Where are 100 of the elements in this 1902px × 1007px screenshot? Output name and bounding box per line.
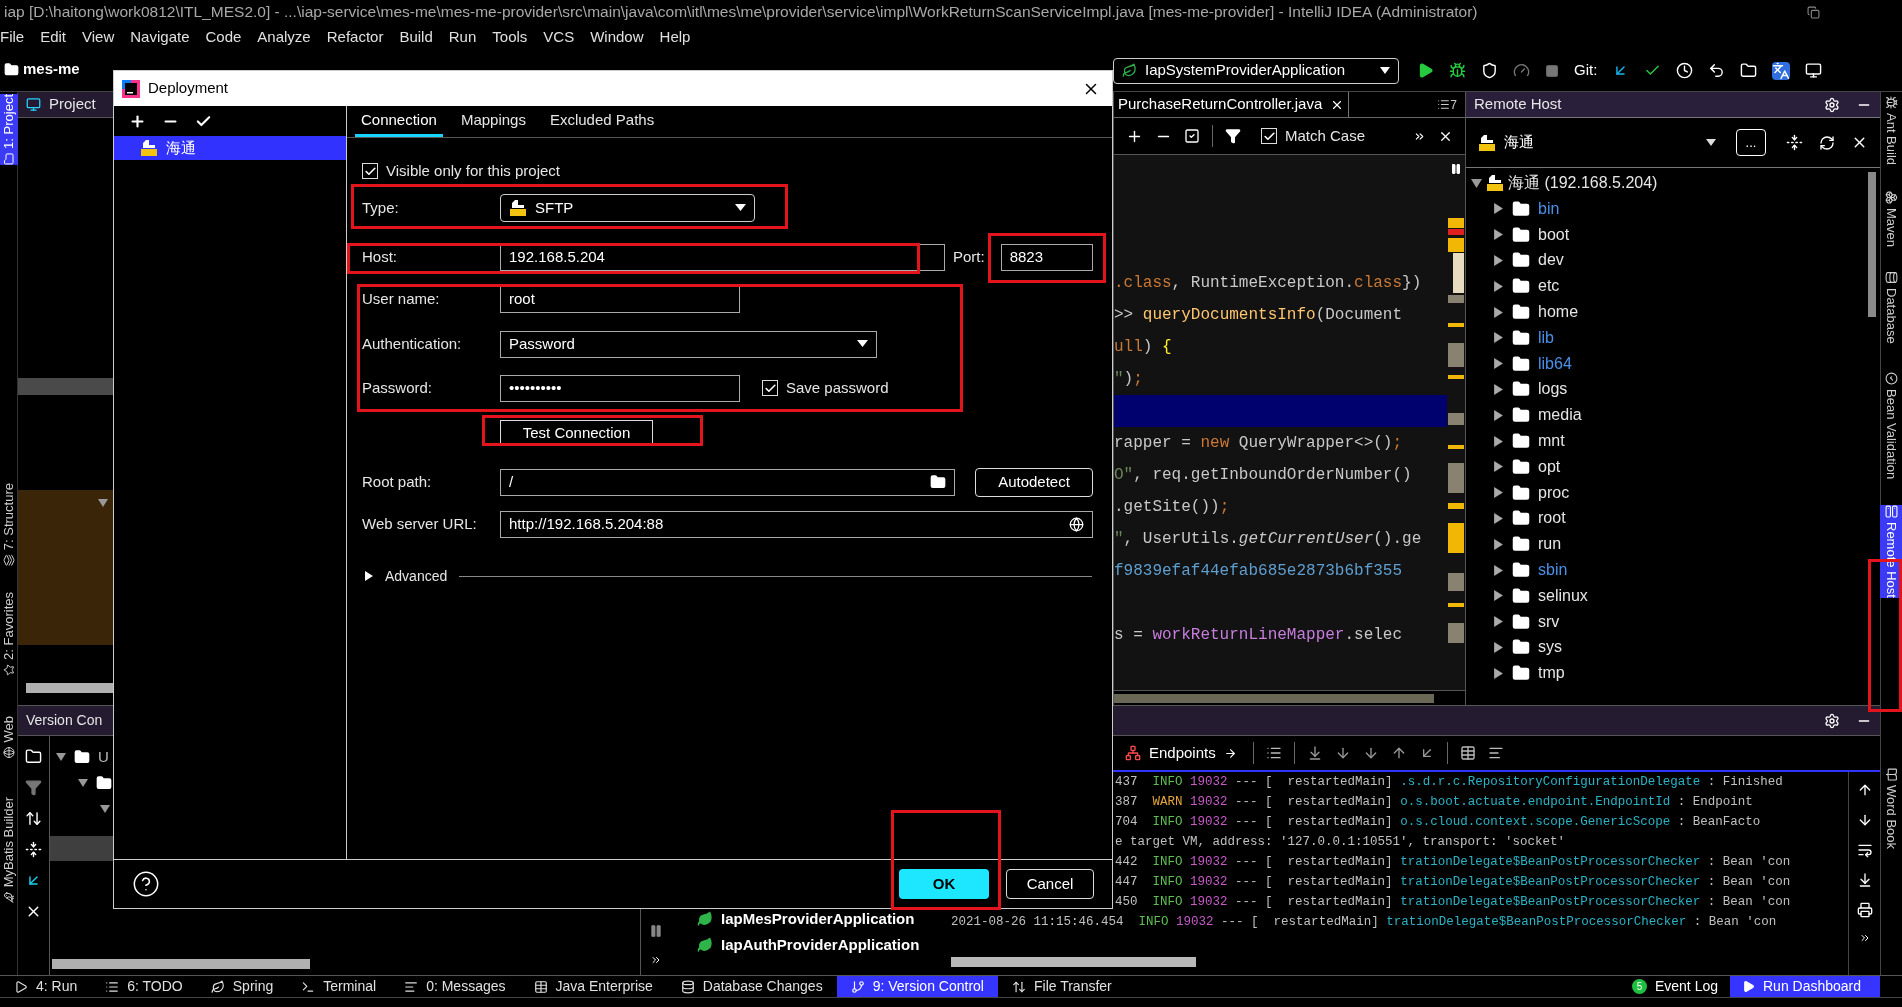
folder-icon[interactable] <box>930 474 946 490</box>
menu-item[interactable]: Tools <box>492 25 528 49</box>
tool-window-tab[interactable]: 1: Project <box>0 94 18 165</box>
password-field[interactable]: •••••••••• <box>500 374 740 402</box>
server-item[interactable]: 海通 <box>114 136 346 160</box>
settings-icon[interactable] <box>1824 96 1840 113</box>
checkbox[interactable]: Visible only for this project <box>362 159 560 183</box>
tool-window-tab[interactable]: 7: Structure <box>0 482 18 567</box>
caret-icon[interactable] <box>1493 383 1504 395</box>
pause-icon[interactable] <box>1450 163 1462 175</box>
history-icon[interactable] <box>1676 62 1694 79</box>
tree-row[interactable]: lib64 <box>1466 350 1868 377</box>
tree-row[interactable]: home <box>1466 299 1868 325</box>
tree-row[interactable]: selinux <box>1466 582 1868 609</box>
undo-icon[interactable] <box>1708 62 1726 79</box>
caret-icon[interactable] <box>1471 177 1482 189</box>
caret-icon[interactable] <box>1493 358 1504 370</box>
caret-icon[interactable] <box>1493 435 1504 447</box>
tree-row[interactable]: 海通 (192.168.5.204) <box>1466 170 1868 196</box>
menu-item[interactable]: Code <box>205 25 242 49</box>
tool-window-tab[interactable]: Terminal <box>287 976 391 997</box>
service-row[interactable]: IapAuthProviderApplication <box>697 932 945 958</box>
tree-row[interactable]: dev <box>1466 247 1868 274</box>
run-dashboard-button[interactable]: Run Dashboard <box>1730 976 1880 997</box>
caret-icon[interactable] <box>100 804 110 814</box>
caret-icon[interactable] <box>56 752 66 762</box>
tool-window-tab[interactable]: Bean Validation <box>1880 371 1902 479</box>
autodetect-button[interactable]: Autodetect <box>975 467 1093 497</box>
settings-icon[interactable] <box>1824 712 1840 729</box>
web-url-field[interactable]: http://192.168.5.204:88 <box>500 510 1093 538</box>
pause-icon[interactable] <box>649 924 663 938</box>
tool-window-tab[interactable]: 2: Favorites <box>0 592 18 677</box>
tool-window-tab[interactable]: Word Book <box>1880 767 1902 849</box>
translate-icon[interactable] <box>1772 61 1791 80</box>
caret-icon[interactable] <box>1493 229 1504 241</box>
tree-row[interactable]: mnt <box>1466 428 1868 454</box>
ok-button[interactable]: OK <box>899 869 989 899</box>
menu-item[interactable]: Refactor <box>326 25 384 49</box>
debug-icon[interactable] <box>1449 62 1466 79</box>
menu-item[interactable]: File <box>0 25 25 49</box>
browse-button[interactable]: ... <box>1736 129 1766 156</box>
more-icon[interactable] <box>650 954 662 966</box>
caret-icon[interactable] <box>1493 616 1504 628</box>
refresh-icon[interactable] <box>1819 134 1835 151</box>
tree-row[interactable]: boot <box>1466 221 1868 248</box>
caret-icon[interactable] <box>1493 590 1504 602</box>
caret-icon[interactable] <box>1493 487 1504 499</box>
select-all-icon[interactable] <box>1184 128 1200 144</box>
caret-icon[interactable] <box>1493 667 1504 679</box>
tool-window-tab[interactable]: Ant Build <box>1880 96 1902 166</box>
service-row[interactable]: IapMesProviderApplication <box>697 906 945 932</box>
tree-row[interactable]: etc <box>1466 273 1868 300</box>
tool-window-tab[interactable]: Spring <box>196 976 288 997</box>
dropdown-caret-icon[interactable] <box>1706 138 1716 147</box>
table-icon[interactable] <box>1459 745 1476 761</box>
run-icon[interactable] <box>1417 62 1434 79</box>
help-icon[interactable] <box>132 870 160 898</box>
username-field[interactable]: root <box>500 285 740 313</box>
tool-window-tab[interactable]: File Transfer <box>997 976 1126 997</box>
menu-item[interactable]: View <box>82 25 115 49</box>
dialog-tab[interactable]: Mappings <box>454 106 532 137</box>
checkbox[interactable]: Match Case <box>1261 124 1366 148</box>
print-icon[interactable] <box>1856 902 1873 918</box>
tab-list-button[interactable]: 7 <box>1437 95 1457 114</box>
run-config-dropdown[interactable]: IapSystemProviderApplication <box>1113 57 1399 84</box>
caret-icon[interactable] <box>1493 564 1504 576</box>
tree-row[interactable]: srv <box>1466 608 1868 635</box>
caret-icon[interactable] <box>78 778 88 788</box>
list-icon[interactable] <box>1265 745 1282 761</box>
menu-item[interactable]: Run <box>448 25 477 49</box>
root-path-field[interactable]: / <box>500 468 955 496</box>
restore-icon[interactable] <box>1807 5 1820 19</box>
tree-row[interactable]: opt <box>1466 453 1868 480</box>
tree-row[interactable]: U <box>50 744 640 770</box>
scrollbar[interactable] <box>52 959 310 969</box>
globe-icon[interactable] <box>1069 516 1084 532</box>
caret-icon[interactable] <box>1493 641 1504 653</box>
dialog-tab[interactable]: Excluded Paths <box>543 106 661 137</box>
caret-icon[interactable] <box>1493 332 1504 344</box>
menu-item[interactable]: VCS <box>543 25 575 49</box>
tool-window-tab[interactable]: Maven <box>1880 191 1902 248</box>
tree-row[interactable]: tmp <box>1466 660 1868 687</box>
folder-icon[interactable] <box>4 61 19 77</box>
tree-row[interactable]: sbin <box>1466 557 1868 583</box>
tool-window-tab[interactable]: 4: Run <box>0 976 92 997</box>
collapse-icon[interactable] <box>1786 134 1803 151</box>
menu-item[interactable]: Analyze <box>257 25 311 49</box>
tool-window-tab[interactable]: 9: Version Control <box>836 976 998 997</box>
dialog-tab[interactable]: Connection <box>355 106 443 137</box>
tree-row[interactable]: root <box>1466 505 1868 532</box>
scrollbar[interactable] <box>1868 172 1876 317</box>
menu-item[interactable]: Navigate <box>130 25 190 49</box>
tree-row[interactable]: media <box>1466 402 1868 429</box>
caret-icon[interactable] <box>1493 280 1504 292</box>
advanced-toggle[interactable]: Advanced <box>365 565 448 587</box>
scrollbar[interactable] <box>1114 693 1434 703</box>
menu-item[interactable]: Build <box>399 25 433 49</box>
caret-icon[interactable] <box>1493 203 1504 215</box>
tree-row[interactable]: bin <box>1466 196 1868 222</box>
menu-item[interactable]: Edit <box>40 25 67 49</box>
